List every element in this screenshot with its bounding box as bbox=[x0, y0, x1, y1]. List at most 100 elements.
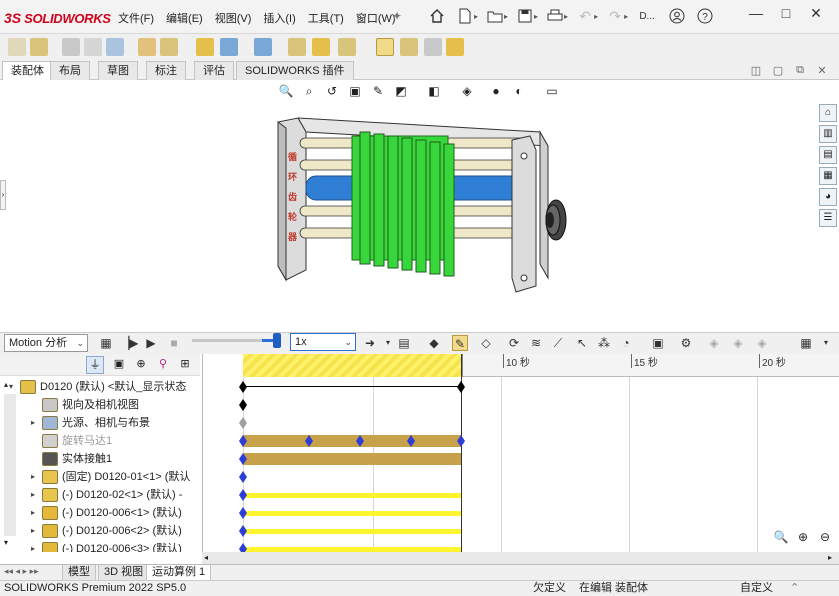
edit-appearance-icon[interactable]: ● bbox=[486, 84, 506, 102]
calculate-icon[interactable]: ▦ bbox=[98, 335, 114, 351]
insert-component-icon[interactable] bbox=[8, 38, 26, 56]
timeline-key-point[interactable] bbox=[407, 435, 415, 447]
tree-row[interactable]: ▸ (-) D0120-006<3> (默认) bbox=[0, 540, 200, 552]
doc-close-icon[interactable]: ✕ bbox=[811, 64, 833, 77]
save-animation-icon[interactable]: ▤ bbox=[396, 335, 412, 351]
menu-insert[interactable]: 插入(I) bbox=[263, 10, 295, 26]
undo-icon[interactable]: ↶ bbox=[574, 6, 596, 26]
timeline-key-point[interactable] bbox=[239, 399, 247, 411]
play-from-start-icon[interactable]: ▕▶ bbox=[120, 335, 138, 351]
layout-icon[interactable]: ▦ bbox=[798, 335, 814, 351]
motion-study-properties-icon[interactable]: ⚙ bbox=[678, 335, 694, 351]
tab-model[interactable]: 模型 bbox=[62, 565, 96, 581]
print-icon[interactable] bbox=[544, 6, 566, 26]
timeline-bar[interactable] bbox=[243, 453, 461, 465]
playback-speed-select[interactable]: 1x ⌄ bbox=[290, 333, 356, 351]
save-icon[interactable] bbox=[514, 6, 536, 26]
timeline-key-point[interactable] bbox=[239, 417, 247, 429]
appearances-icon[interactable]: ◕ bbox=[819, 188, 837, 206]
tree-row[interactable]: 旋转马达1 bbox=[0, 432, 200, 450]
redo-icon[interactable]: ↷ bbox=[604, 6, 626, 26]
tab-3d-views[interactable]: 3D 视图 bbox=[98, 565, 150, 581]
smart-fasteners-icon[interactable] bbox=[106, 38, 124, 56]
filter-animated-icon[interactable]: ⏚ bbox=[86, 356, 104, 374]
layout-chevron-icon[interactable]: ▾ bbox=[818, 335, 834, 351]
minimize-button[interactable]: — bbox=[741, 5, 771, 22]
timeline-key-point[interactable] bbox=[239, 435, 247, 447]
timeline-key-point[interactable] bbox=[239, 381, 247, 393]
tree-row[interactable]: 实体接触1 bbox=[0, 450, 200, 468]
timeline-key-point[interactable] bbox=[239, 489, 247, 501]
timeline-bar[interactable] bbox=[243, 546, 461, 552]
tab-markup[interactable]: 标注 bbox=[146, 61, 186, 80]
show-hidden-icon[interactable] bbox=[160, 38, 178, 56]
menu-file[interactable]: 文件(F) bbox=[118, 10, 154, 26]
timeline-key-point[interactable] bbox=[457, 435, 465, 447]
new-dropdown-chevron-icon[interactable]: ▸ bbox=[474, 12, 478, 21]
paperclip-mate-icon[interactable] bbox=[62, 38, 80, 56]
collapse-motion-manager-icon[interactable]: ◈ bbox=[706, 335, 722, 351]
scroll-left-icon[interactable]: ◂ bbox=[204, 553, 208, 562]
study-type-select[interactable]: Motion 分析 ⌄ bbox=[4, 334, 88, 352]
gravity-icon[interactable]: ◔ bbox=[618, 335, 634, 351]
reference-geometry-icon[interactable] bbox=[220, 38, 238, 56]
update-speedpak-icon[interactable] bbox=[376, 38, 394, 56]
timeline-bar[interactable] bbox=[243, 528, 461, 534]
timeline-key-point[interactable] bbox=[239, 471, 247, 483]
menu-view[interactable]: 视图(V) bbox=[215, 10, 252, 26]
dynamic-annotation-icon[interactable]: ✎ bbox=[368, 84, 388, 102]
pin-menu-icon[interactable]: ✦ bbox=[392, 9, 402, 23]
tree-row[interactable]: ▸ (-) D0120-02<1> (默认) - bbox=[0, 486, 200, 504]
home-icon[interactable] bbox=[426, 6, 448, 26]
zoom-to-area-icon[interactable]: ⌕ bbox=[299, 84, 319, 102]
tab-scroll-arrows-icon[interactable]: ◂◂ ◂ ▸ ▸▸ bbox=[4, 566, 39, 577]
scroll-right-icon[interactable]: ▸ bbox=[828, 553, 832, 562]
file-explorer-icon[interactable]: ▤ bbox=[819, 146, 837, 164]
tree-row[interactable]: ▸ (固定) D0120-01<1> (默认 bbox=[0, 468, 200, 486]
large-assembly-icon[interactable] bbox=[446, 38, 464, 56]
section-view-icon[interactable]: ▣ bbox=[345, 84, 365, 102]
zoom-in-icon[interactable]: ⊕ bbox=[793, 530, 813, 548]
assembly-model[interactable]: 循 环 齿 轮 器 bbox=[270, 110, 570, 295]
timeline-key-point[interactable] bbox=[457, 381, 465, 393]
feature-manager-flyout-handle[interactable]: › bbox=[0, 180, 6, 210]
spring-icon[interactable]: ≋ bbox=[528, 335, 544, 351]
status-help-icon[interactable]: ⌃ bbox=[790, 581, 799, 596]
tab-solidworks-addins[interactable]: SOLIDWORKS 插件 bbox=[236, 61, 354, 80]
zoom-to-fit-icon[interactable]: 🔍 bbox=[771, 530, 791, 548]
display-style-icon[interactable]: ◧ bbox=[424, 84, 444, 102]
menu-window[interactable]: 窗口(W) bbox=[356, 10, 396, 26]
filter-selected-icon[interactable]: ⊕ bbox=[132, 356, 150, 374]
playback-slider-thumb[interactable] bbox=[273, 333, 281, 348]
contact-icon[interactable]: ⁂ bbox=[596, 335, 612, 351]
timeline-key-point[interactable] bbox=[356, 435, 364, 447]
tree-row[interactable]: 视向及相机视图 bbox=[0, 396, 200, 414]
timeline-bar[interactable] bbox=[243, 435, 461, 447]
move-component-icon[interactable] bbox=[138, 38, 156, 56]
mate-icon[interactable] bbox=[30, 38, 48, 56]
tab-sketch[interactable]: 草图 bbox=[98, 61, 138, 80]
maximize-button[interactable]: □ bbox=[771, 5, 801, 22]
user-profile-icon[interactable] bbox=[666, 6, 688, 26]
play-icon[interactable]: ▶ bbox=[143, 335, 159, 351]
timeline-bar[interactable] bbox=[243, 492, 461, 498]
undo-dropdown-chevron-icon[interactable]: ▸ bbox=[594, 12, 598, 21]
playback-mode-chevron-icon[interactable]: ▾ bbox=[380, 335, 396, 351]
timeline-key-point[interactable] bbox=[305, 435, 313, 447]
tree-row[interactable]: ▸ (-) D0120-006<1> (默认) bbox=[0, 504, 200, 522]
design-library-icon[interactable]: ▥ bbox=[819, 125, 837, 143]
menu-tools[interactable]: 工具(T) bbox=[308, 10, 344, 26]
calculate-simulation-icon[interactable]: ◈ bbox=[730, 335, 746, 351]
chevron-right-icon[interactable]: ▸ bbox=[28, 540, 38, 552]
scroll-down-icon[interactable]: ▾ bbox=[4, 538, 8, 547]
assembly-features-icon[interactable] bbox=[196, 38, 214, 56]
bill-of-materials-icon[interactable] bbox=[288, 38, 306, 56]
animation-wizard-icon[interactable]: ◆ bbox=[426, 335, 442, 351]
motor-icon[interactable]: ⟳ bbox=[506, 335, 522, 351]
chevron-right-icon[interactable]: ▸ bbox=[28, 504, 38, 522]
new-document-icon[interactable] bbox=[454, 6, 476, 26]
playback-mode-icon[interactable]: ➜ bbox=[362, 335, 378, 351]
timeline-key-point[interactable] bbox=[239, 525, 247, 537]
autokey-icon[interactable]: ✎ bbox=[452, 335, 468, 351]
print-dropdown-chevron-icon[interactable]: ▸ bbox=[564, 12, 568, 21]
